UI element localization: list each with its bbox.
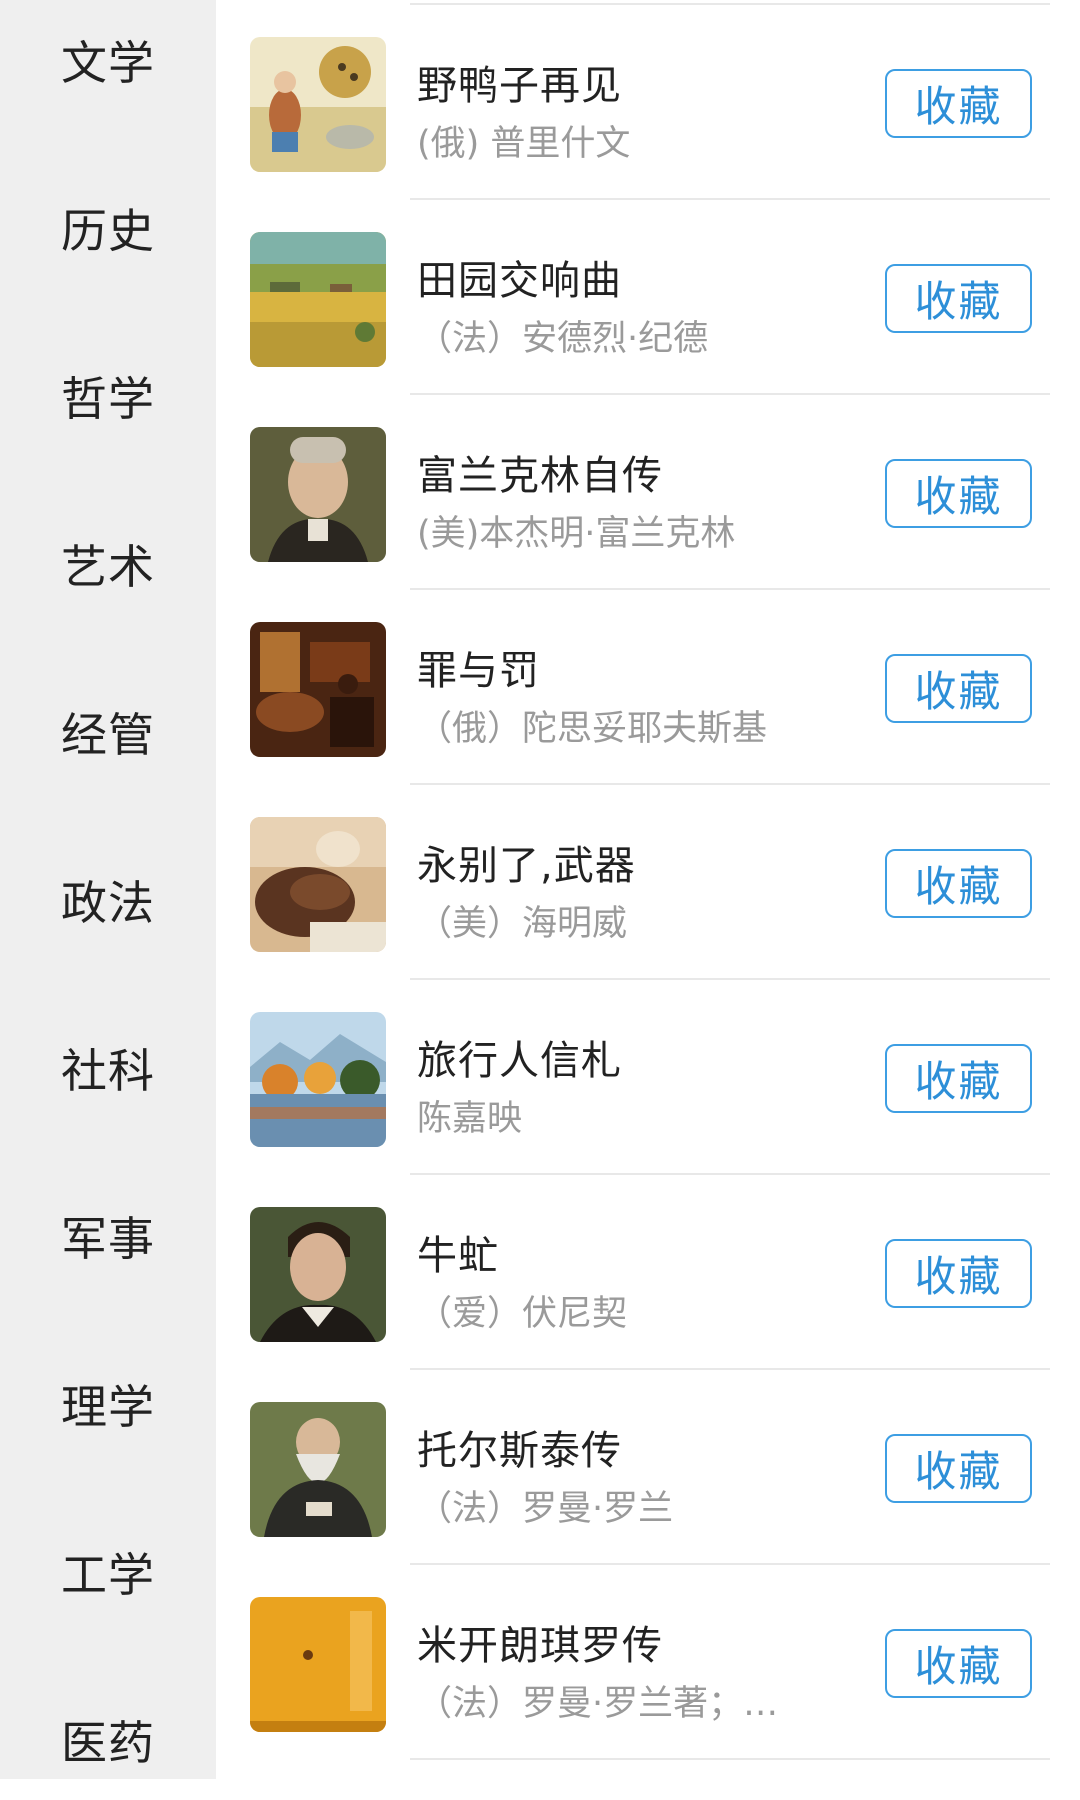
book-author: (俄) 普里什文	[417, 124, 631, 164]
book-title[interactable]: 托尔斯泰传	[417, 1418, 622, 1476]
book-title[interactable]: 罪与罚	[417, 638, 540, 696]
book-author: （法）罗曼·罗兰著；傅...	[417, 1684, 807, 1724]
book-cover[interactable]	[250, 1597, 386, 1732]
book-row[interactable]: 富兰克林自传 (美)本杰明·富兰克林 收藏	[216, 395, 1080, 590]
category-item[interactable]: 艺术	[0, 504, 216, 624]
category-item[interactable]: 医药	[0, 1680, 216, 1800]
category-item[interactable]: 理学	[0, 1344, 216, 1464]
category-item[interactable]: 政法	[0, 840, 216, 960]
favorite-button[interactable]: 收藏	[885, 1434, 1032, 1503]
book-author: 陈嘉映	[417, 1099, 523, 1139]
book-row[interactable]: 米开朗琪罗传 （法）罗曼·罗兰著；傅... 收藏	[216, 1565, 1080, 1760]
book-cover[interactable]	[250, 427, 386, 562]
favorite-button[interactable]: 收藏	[885, 1044, 1032, 1113]
category-item[interactable]: 文学	[0, 0, 216, 120]
book-title[interactable]: 牛虻	[417, 1223, 499, 1281]
favorite-button[interactable]: 收藏	[885, 264, 1032, 333]
book-cover[interactable]	[250, 1012, 386, 1147]
book-cover[interactable]	[250, 1207, 386, 1342]
category-item[interactable]: 哲学	[0, 336, 216, 456]
book-row[interactable]: 旅行人信札 陈嘉映 收藏	[216, 980, 1080, 1175]
book-author: （美）海明威	[417, 904, 628, 944]
list-divider	[410, 1758, 1050, 1760]
book-cover[interactable]	[250, 232, 386, 367]
favorite-button[interactable]: 收藏	[885, 654, 1032, 723]
book-author: （爱）伏尼契	[417, 1294, 628, 1334]
favorite-button[interactable]: 收藏	[885, 459, 1032, 528]
category-item[interactable]: 历史	[0, 168, 216, 288]
book-cover[interactable]	[250, 1402, 386, 1537]
book-title[interactable]: 野鸭子再见	[417, 53, 622, 111]
book-row[interactable]: 托尔斯泰传 （法）罗曼·罗兰 收藏	[216, 1370, 1080, 1565]
book-author: （法）罗曼·罗兰	[417, 1489, 674, 1529]
book-author: （俄）陀思妥耶夫斯基	[417, 709, 768, 749]
book-title[interactable]: 田园交响曲	[417, 248, 622, 306]
favorite-button[interactable]: 收藏	[885, 69, 1032, 138]
book-row[interactable]: 罪与罚 （俄）陀思妥耶夫斯基 收藏	[216, 590, 1080, 785]
book-title[interactable]: 米开朗琪罗传	[417, 1613, 663, 1671]
favorite-button[interactable]: 收藏	[885, 849, 1032, 918]
book-row[interactable]: 野鸭子再见 (俄) 普里什文 收藏	[216, 5, 1080, 200]
favorite-button[interactable]: 收藏	[885, 1239, 1032, 1308]
favorite-button[interactable]: 收藏	[885, 1629, 1032, 1698]
book-row[interactable]: 永别了,武器 （美）海明威 收藏	[216, 785, 1080, 980]
category-item[interactable]: 社科	[0, 1008, 216, 1128]
category-item[interactable]: 军事	[0, 1176, 216, 1296]
category-sidebar: 文学 历史 哲学 艺术 经管 政法 社科 军事 理学 工学 医药	[0, 0, 216, 1779]
book-cover[interactable]	[250, 817, 386, 952]
category-item[interactable]: 经管	[0, 672, 216, 792]
book-author: (美)本杰明·富兰克林	[417, 514, 736, 554]
book-author: （法）安德烈·纪德	[417, 319, 709, 359]
book-row[interactable]: 牛虻 （爱）伏尼契 收藏	[216, 1175, 1080, 1370]
book-title[interactable]: 旅行人信札	[417, 1028, 622, 1086]
book-title[interactable]: 永别了,武器	[417, 833, 636, 891]
book-list: 野鸭子再见 (俄) 普里什文 收藏 田园交响曲 （法）安德烈·纪德 收藏 富兰克…	[216, 0, 1080, 1779]
category-item[interactable]: 工学	[0, 1512, 216, 1632]
book-cover[interactable]	[250, 622, 386, 757]
book-cover[interactable]	[250, 37, 386, 172]
book-title[interactable]: 富兰克林自传	[417, 443, 663, 501]
book-row[interactable]: 田园交响曲 （法）安德烈·纪德 收藏	[216, 200, 1080, 395]
